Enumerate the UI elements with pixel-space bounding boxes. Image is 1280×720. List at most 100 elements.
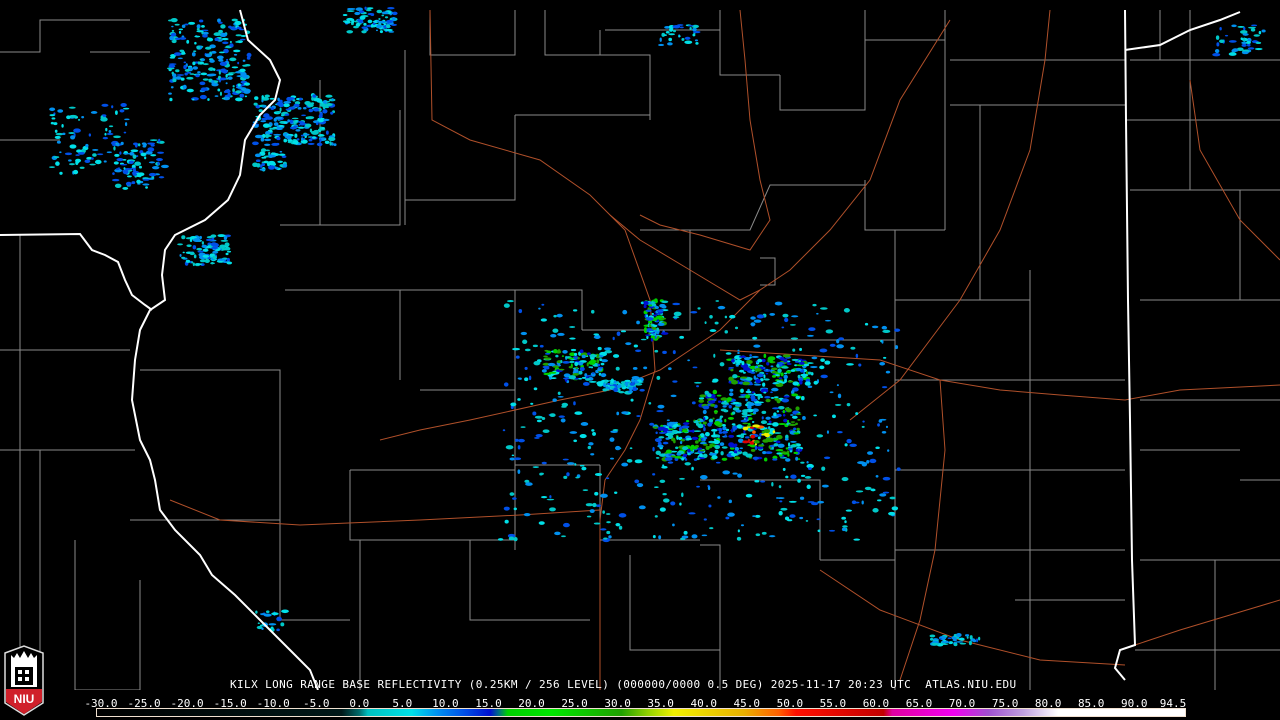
radar-echo <box>713 439 720 445</box>
radar-echo <box>728 434 735 438</box>
radar-echo <box>826 430 830 434</box>
radar-echo <box>668 33 675 36</box>
radar-echo <box>194 35 201 38</box>
radar-echo <box>539 472 544 475</box>
radar-echo <box>538 307 541 310</box>
radar-echo <box>807 467 812 470</box>
radar-echo <box>542 429 550 433</box>
radar-echo <box>659 303 666 308</box>
radar-echo <box>654 437 662 443</box>
radar-echo <box>229 40 232 44</box>
radar-echo <box>275 116 283 120</box>
radar-echo <box>593 522 601 525</box>
radar-echo <box>574 463 577 466</box>
radar-echo <box>698 397 705 400</box>
radar-echo <box>696 485 700 488</box>
radar-echo <box>1242 33 1249 36</box>
radar-echo <box>223 35 226 37</box>
radar-echo <box>224 46 232 49</box>
radar-echo <box>679 26 684 29</box>
radar-echo <box>504 519 509 524</box>
radar-echo <box>885 370 891 374</box>
radar-map[interactable] <box>0 0 1280 690</box>
radar-echo <box>802 373 807 379</box>
radar-echo <box>322 109 328 114</box>
radar-echo <box>385 28 393 32</box>
radar-echo <box>645 334 651 337</box>
radar-echo <box>49 114 56 117</box>
radar-echo <box>297 106 302 110</box>
interstate-line <box>899 379 946 681</box>
radar-echo <box>670 501 676 506</box>
radar-echo <box>170 18 178 23</box>
radar-echo <box>615 523 621 527</box>
radar-echo <box>739 447 744 450</box>
radar-echo <box>547 362 556 367</box>
radar-echo <box>806 460 809 464</box>
radar-echo <box>639 388 645 392</box>
county-line <box>1130 189 1280 301</box>
radar-echo <box>312 94 317 98</box>
radar-echo <box>261 95 264 99</box>
radar-echo <box>628 386 634 390</box>
radar-echo <box>198 19 204 23</box>
radar-echo <box>588 442 594 446</box>
county-line <box>400 289 516 370</box>
radar-echo <box>672 316 680 319</box>
radar-echo <box>698 437 701 442</box>
radar-echo <box>750 322 756 327</box>
radar-echo <box>540 496 548 499</box>
radar-echo <box>943 639 947 642</box>
radar-echo <box>763 391 767 394</box>
radar-echo <box>775 497 779 499</box>
county-line <box>74 540 140 690</box>
radar-echo <box>557 391 561 396</box>
radar-echo <box>557 332 565 336</box>
radar-echo <box>205 238 213 242</box>
radar-echo <box>283 138 288 143</box>
radar-echo <box>846 402 851 407</box>
radar-echo <box>56 140 61 144</box>
radar-echo <box>503 382 509 387</box>
radar-echo <box>550 333 557 338</box>
radar-echo <box>226 250 232 253</box>
radar-echo <box>102 136 109 140</box>
radar-echo <box>535 433 543 438</box>
radar-echo <box>720 397 728 401</box>
radar-echo <box>541 303 545 306</box>
radar-echo <box>731 423 736 426</box>
radar-echo <box>674 456 683 459</box>
radar-echo <box>75 160 79 166</box>
radar-echo <box>882 329 891 334</box>
radar-echo <box>709 329 717 333</box>
radar-echo <box>301 114 306 117</box>
radar-echo <box>721 446 728 449</box>
radar-echo <box>746 359 753 364</box>
radar-echo <box>702 405 710 410</box>
radar-echo <box>656 410 664 413</box>
radar-echo <box>134 161 142 166</box>
radar-echo <box>558 415 565 418</box>
radar-echo <box>363 22 367 26</box>
radar-echo <box>698 399 705 403</box>
radar-echo <box>212 255 217 260</box>
radar-echo <box>534 415 543 419</box>
radar-echo <box>242 74 249 79</box>
radar-echo <box>761 531 767 535</box>
radar-echo <box>518 438 525 443</box>
radar-echo <box>772 430 776 434</box>
radar-echo <box>799 516 804 520</box>
radar-echo <box>318 114 322 119</box>
radar-echo <box>239 38 246 41</box>
radar-echo <box>613 387 619 393</box>
radar-echo <box>603 537 608 540</box>
radar-echo <box>573 352 578 356</box>
radar-echo <box>171 71 174 75</box>
county-line <box>690 184 865 231</box>
radar-echo <box>773 443 779 447</box>
radar-echo <box>609 385 615 389</box>
radar-echo <box>239 93 245 98</box>
radar-echo <box>308 108 314 113</box>
radar-echo <box>658 43 665 46</box>
radar-echo <box>712 378 719 383</box>
